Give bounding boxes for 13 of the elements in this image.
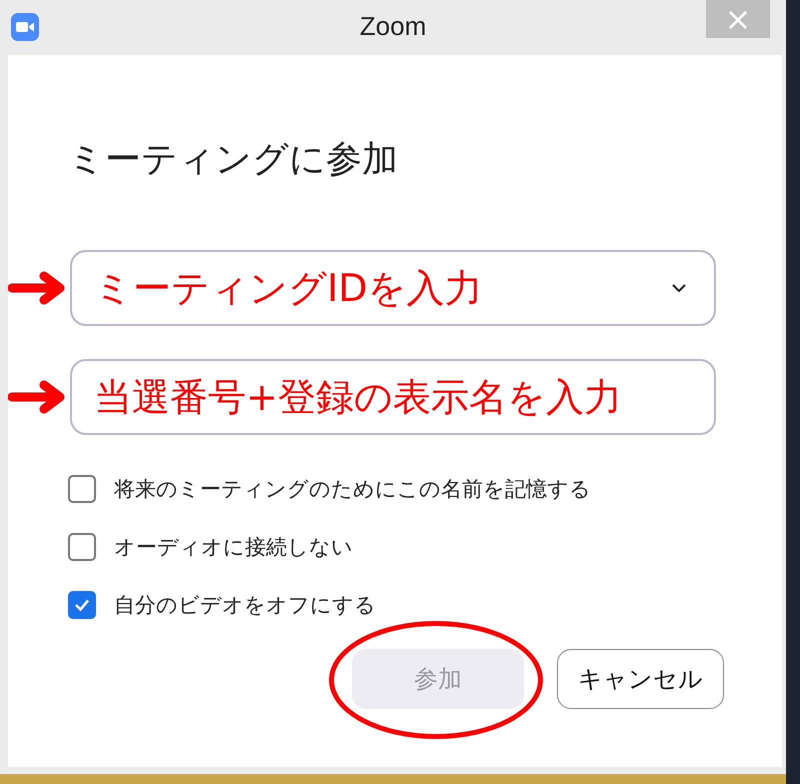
meeting-id-dropdown[interactable]: ミーティングIDを入力	[70, 250, 716, 326]
chevron-icon	[672, 284, 686, 292]
checkbox[interactable]	[68, 533, 96, 561]
video-camera-icon	[11, 12, 39, 40]
dialog-heading: ミーティングに参加	[68, 138, 399, 182]
checkbox-label: オーディオに接続しない	[114, 534, 353, 561]
cancel-button[interactable]: キャンセル	[557, 649, 724, 709]
checkbox[interactable]	[68, 475, 96, 503]
checkbox-label: 自分のビデオをオフにする	[114, 592, 376, 619]
checkbox[interactable]	[68, 591, 96, 619]
checkbox-label: 将来のミーティングのためにこの名前を記憶する	[114, 476, 591, 503]
window-title: Zoom	[360, 11, 426, 42]
name-input-field[interactable]: 当選番号+登録の表示名を入力	[70, 359, 716, 435]
